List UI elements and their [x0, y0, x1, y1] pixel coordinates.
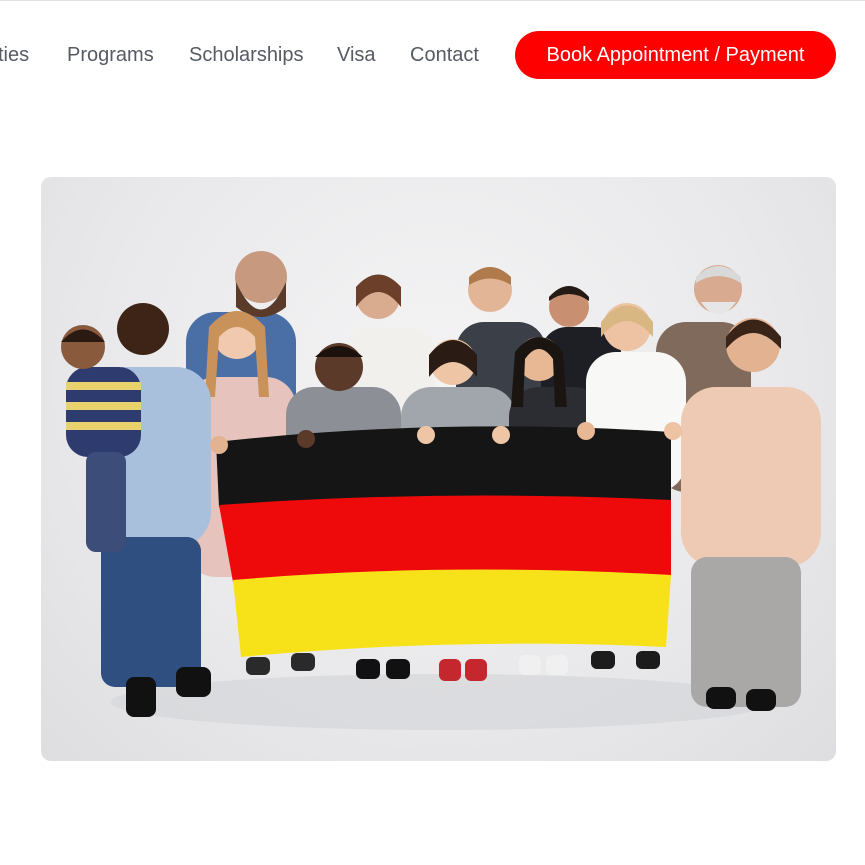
nav-link-contact[interactable]: Contact: [410, 43, 479, 67]
hero-image: [41, 177, 836, 761]
nav-link-visa[interactable]: Visa: [337, 43, 376, 67]
group-with-german-flag-illustration: [61, 251, 821, 730]
nav-link-universities[interactable]: ties: [0, 43, 29, 67]
nav-link-scholarships[interactable]: Scholarships: [189, 43, 304, 67]
nav-link-programs[interactable]: Programs: [67, 43, 154, 67]
german-flag: [210, 422, 682, 657]
book-appointment-button[interactable]: Book Appointment / Payment: [515, 31, 836, 79]
main-navigation: ties Programs Scholarships Visa Contact …: [0, 0, 865, 110]
